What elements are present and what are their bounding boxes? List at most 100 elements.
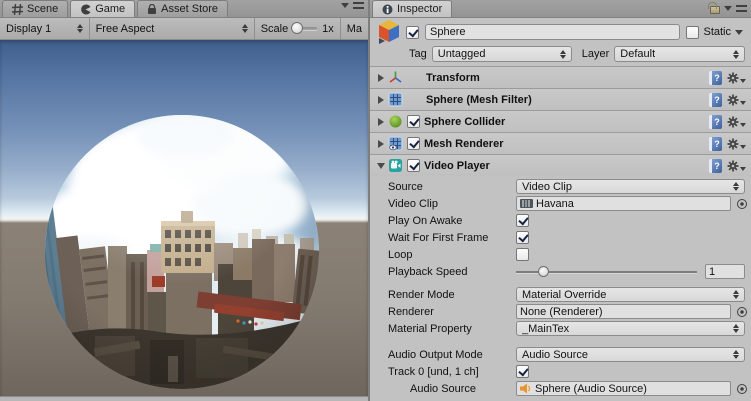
- popup-arrows-icon: [559, 50, 566, 59]
- component-header-video-player[interactable]: Video Player ?: [370, 154, 751, 176]
- help-icon[interactable]: ?: [709, 93, 722, 107]
- tag-dropdown[interactable]: Untagged: [432, 46, 572, 62]
- maximize-toggle-truncated[interactable]: Ma: [341, 18, 368, 39]
- lock-icon[interactable]: [710, 6, 720, 14]
- tab-inspector[interactable]: Inspector: [372, 0, 452, 17]
- audio-output-mode-dropdown[interactable]: Audio Source: [516, 347, 745, 362]
- gameobject-name-field[interactable]: Sphere: [425, 24, 680, 40]
- left-tabbar: Scene Game Asset Store: [0, 0, 368, 18]
- object-picker-icon[interactable]: [737, 199, 747, 209]
- menu-icon[interactable]: [736, 5, 747, 12]
- audio-source-icon: [520, 383, 532, 394]
- aspect-dropdown[interactable]: Free Aspect: [90, 18, 255, 39]
- layer-dropdown[interactable]: Default: [614, 46, 745, 62]
- wait-for-first-frame-checkbox[interactable]: [516, 231, 529, 244]
- component-label: Mesh Renderer: [424, 138, 503, 150]
- scale-label: Scale: [261, 23, 289, 35]
- popup-arrows-icon: [732, 50, 739, 59]
- aspect-dropdown-label: Free Aspect: [96, 23, 155, 35]
- expander-icon[interactable]: [376, 140, 386, 148]
- slider-thumb[interactable]: [538, 266, 549, 277]
- component-header-sphere-collider[interactable]: Sphere Collider ?: [370, 110, 751, 132]
- transform-icon: [388, 70, 403, 85]
- mesh-filter-icon: [388, 92, 403, 107]
- tab-asset-store[interactable]: Asset Store: [137, 0, 228, 17]
- property-row-render-mode: Render Mode Material Override: [370, 286, 751, 303]
- tab-inspector-label: Inspector: [397, 3, 442, 15]
- help-icon[interactable]: ?: [709, 159, 722, 173]
- display-dropdown[interactable]: Display 1: [0, 18, 90, 39]
- help-icon[interactable]: ?: [709, 137, 722, 151]
- component-label: Transform: [426, 72, 480, 84]
- tab-asset-store-label: Asset Store: [161, 3, 218, 15]
- tab-game[interactable]: Game: [70, 0, 135, 17]
- gameobject-enabled-checkbox[interactable]: [406, 26, 419, 39]
- component-label: Sphere Collider: [424, 116, 505, 128]
- left-tabbar-menu[interactable]: [341, 2, 364, 9]
- settings-gear-icon[interactable]: [727, 72, 746, 84]
- material-property-dropdown[interactable]: _MainTex: [516, 321, 745, 336]
- mesh-renderer-icon: [388, 136, 403, 151]
- window-bottom-edge: [0, 396, 368, 401]
- scale-slider-thumb[interactable]: [291, 22, 303, 34]
- help-icon[interactable]: ?: [709, 71, 722, 85]
- scale-slider[interactable]: [293, 27, 317, 30]
- audio-source-object-field[interactable]: Sphere (Audio Source): [516, 381, 731, 396]
- property-row-audio-output-mode: Audio Output Mode Audio Source: [370, 346, 751, 363]
- game-pacman-icon: [80, 4, 91, 15]
- component-header-mesh-renderer[interactable]: Mesh Renderer ?: [370, 132, 751, 154]
- settings-gear-icon[interactable]: [727, 94, 746, 106]
- play-on-awake-checkbox[interactable]: [516, 214, 529, 227]
- source-dropdown[interactable]: Video Clip: [516, 179, 745, 194]
- property-row-audio-source: Audio Source Sphere (Audio Source): [370, 380, 751, 397]
- menu-icon: [353, 2, 364, 9]
- popup-arrows-icon: [732, 182, 739, 191]
- maximize-label-truncated: Ma: [347, 23, 362, 35]
- playback-speed-slider[interactable]: [516, 265, 697, 278]
- scene-grid-icon: [12, 4, 23, 15]
- asset-store-bag-icon: [147, 4, 157, 15]
- static-checkbox[interactable]: [686, 26, 699, 39]
- expander-icon[interactable]: [376, 118, 386, 126]
- component-header-mesh-filter[interactable]: Sphere (Mesh Filter) ?: [370, 88, 751, 110]
- loop-checkbox[interactable]: [516, 248, 529, 261]
- static-dropdown-arrow[interactable]: [735, 30, 743, 35]
- property-row-play-on-awake: Play On Awake: [370, 212, 751, 229]
- dropdown-arrow-icon: [341, 3, 349, 8]
- playback-speed-field[interactable]: 1: [705, 264, 745, 279]
- component-header-transform[interactable]: Transform ?: [370, 66, 751, 88]
- render-mode-dropdown[interactable]: Material Override: [516, 287, 745, 302]
- expander-icon[interactable]: [376, 74, 386, 82]
- settings-gear-icon[interactable]: [727, 138, 746, 150]
- object-picker-icon[interactable]: [737, 307, 747, 317]
- inspector-panel: Inspector: [370, 0, 751, 401]
- component-enabled-checkbox[interactable]: [407, 115, 420, 128]
- tab-scene[interactable]: Scene: [2, 0, 68, 17]
- component-label: Video Player: [424, 160, 490, 172]
- inspector-body: Sphere Static Tag Untagged Layer: [370, 18, 751, 401]
- scale-value: 1x: [322, 23, 334, 35]
- object-picker-icon[interactable]: [737, 384, 747, 394]
- tag-label: Tag: [409, 48, 427, 60]
- property-row-track0: Track 0 [und, 1 ch]: [370, 363, 751, 380]
- gameobject-cube-icon[interactable]: [376, 18, 406, 47]
- video-clip-object-field[interactable]: Havana: [516, 196, 731, 211]
- component-enabled-checkbox[interactable]: [407, 159, 420, 172]
- scale-control: Scale 1x: [255, 18, 341, 39]
- help-icon[interactable]: ?: [709, 115, 722, 129]
- settings-gear-icon[interactable]: [727, 160, 746, 172]
- popup-arrows-icon: [732, 350, 739, 359]
- track0-checkbox[interactable]: [516, 365, 529, 378]
- settings-gear-icon[interactable]: [727, 116, 746, 128]
- expander-icon[interactable]: [376, 163, 386, 169]
- component-enabled-checkbox[interactable]: [407, 137, 420, 150]
- property-row-loop: Loop: [370, 246, 751, 263]
- property-row-video-clip: Video Clip Havana: [370, 195, 751, 212]
- game-viewport[interactable]: [0, 40, 368, 401]
- static-label: Static: [703, 26, 731, 38]
- renderer-object-field[interactable]: None (Renderer): [516, 304, 731, 319]
- inspector-info-icon: [382, 4, 393, 15]
- video-player-properties: Source Video Clip Video Clip Havana: [370, 176, 751, 397]
- expander-icon[interactable]: [376, 96, 386, 104]
- video-sphere: [0, 40, 368, 396]
